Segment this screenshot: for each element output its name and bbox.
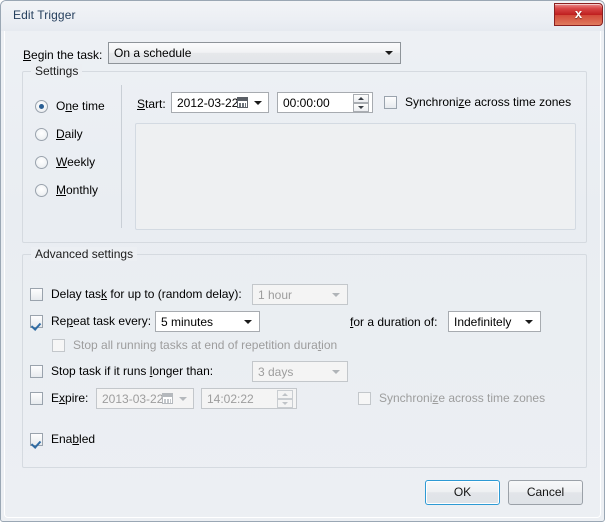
delay-task-checkbox[interactable]: Delay task for up to (random delay):	[30, 286, 250, 304]
stop-longer-value: 3 days	[258, 364, 294, 379]
duration-combo[interactable]: Indefinitely	[448, 311, 541, 332]
start-date-value: 2012-03-22	[177, 95, 239, 110]
expire-sync-timezones-label: Synchronize across time zones	[379, 391, 546, 405]
enabled-mark	[30, 433, 43, 446]
delay-task-label: Delay task for up to (random delay):	[51, 287, 242, 301]
spinner-up-icon[interactable]	[353, 93, 369, 103]
duration-value: Indefinitely	[454, 314, 512, 329]
chevron-down-icon	[385, 51, 393, 55]
repeat-interval-value: 5 minutes	[161, 314, 214, 329]
advanced-settings-legend: Advanced settings	[31, 247, 138, 261]
start-label: Start:	[137, 97, 166, 111]
radio-daily[interactable]: Daily	[35, 126, 115, 144]
radio-one-time-label: One time	[56, 99, 105, 113]
edit-trigger-dialog: Edit Trigger x Begin the task: On a sche…	[0, 0, 605, 522]
repeat-task-label: Repeat task every:	[51, 314, 152, 328]
radio-monthly-label: Monthly	[56, 183, 99, 197]
radio-one-time[interactable]: One time	[35, 98, 115, 116]
radio-one-time-mark	[35, 100, 48, 113]
calendar-icon	[237, 96, 248, 108]
stop-longer-label: Stop task if it runs longer than:	[51, 364, 214, 378]
expire-sync-timezones-checkbox[interactable]: Synchronize across time zones	[358, 390, 558, 408]
expire-time-spinner[interactable]	[277, 389, 293, 408]
spinner-down-icon[interactable]	[277, 398, 293, 408]
begin-task-combo-value: On a schedule	[114, 46, 192, 60]
begin-task-combo[interactable]: On a schedule	[108, 42, 401, 64]
chevron-down-icon	[254, 100, 262, 105]
radio-daily-mark	[35, 128, 48, 141]
enabled-label: Enabled	[51, 432, 96, 446]
delay-task-combo-value: 1 hour	[258, 287, 293, 302]
calendar-icon	[162, 392, 173, 404]
begin-task-label: Begin the task:	[23, 48, 102, 62]
repeat-task-checkbox[interactable]: Repeat task every:	[30, 313, 160, 331]
start-time-field[interactable]: 00:00:00	[277, 92, 373, 113]
delay-task-mark	[30, 288, 43, 301]
chevron-down-icon	[332, 292, 340, 297]
expire-label: Expire:	[51, 391, 89, 405]
chevron-down-icon	[244, 319, 252, 324]
cancel-button[interactable]: Cancel	[508, 480, 583, 505]
expire-mark	[30, 392, 43, 405]
radio-monthly-mark	[35, 184, 48, 197]
schedule-detail-panel	[135, 123, 576, 230]
chevron-down-icon	[525, 319, 533, 324]
spinner-up-icon[interactable]	[277, 389, 293, 399]
begin-task-label-rest: egin the task:	[31, 48, 103, 62]
repeat-task-mark	[30, 315, 43, 328]
close-button[interactable]: x	[554, 3, 603, 26]
window-title: Edit Trigger	[13, 8, 76, 22]
radio-weekly[interactable]: Weekly	[35, 154, 115, 172]
stop-all-tasks-mark	[52, 339, 65, 352]
expire-date-field[interactable]: 2013-03-22	[96, 388, 194, 409]
expire-time-value: 14:02:22	[207, 391, 254, 406]
chevron-down-icon	[179, 396, 187, 401]
stop-longer-mark	[30, 365, 43, 378]
radio-weekly-label: Weekly	[56, 155, 96, 169]
sync-timezones-mark	[384, 96, 397, 109]
settings-divider	[121, 85, 122, 228]
begin-task-label-accel: B	[23, 48, 32, 62]
radio-weekly-mark	[35, 156, 48, 169]
radio-monthly[interactable]: Monthly	[35, 182, 115, 200]
start-label-accel: S	[137, 97, 146, 111]
sync-timezones-label: Synchronize across time zones	[405, 95, 572, 109]
title-bar: Edit Trigger x	[1, 1, 604, 31]
start-date-field[interactable]: 2012-03-22	[171, 92, 269, 113]
enabled-checkbox[interactable]: Enabled	[30, 431, 150, 449]
duration-label-rest: or a duration of:	[353, 315, 438, 329]
delay-task-combo[interactable]: 1 hour	[252, 284, 348, 305]
start-time-value: 00:00:00	[283, 95, 330, 110]
duration-label: for a duration of:	[350, 315, 437, 329]
settings-group-legend: Settings	[31, 64, 83, 78]
ok-button[interactable]: OK	[425, 480, 500, 505]
sync-timezones-checkbox[interactable]: Synchronize across time zones	[384, 94, 584, 112]
repeat-interval-combo[interactable]: 5 minutes	[155, 311, 260, 332]
stop-longer-checkbox[interactable]: Stop task if it runs longer than:	[30, 363, 250, 381]
spinner-down-icon[interactable]	[353, 102, 369, 112]
expire-sync-timezones-mark	[358, 392, 371, 405]
stop-longer-combo[interactable]: 3 days	[252, 361, 348, 382]
expire-time-field[interactable]: 14:02:22	[201, 388, 297, 409]
expire-checkbox[interactable]: Expire:	[30, 390, 94, 408]
chevron-down-icon	[332, 369, 340, 374]
start-time-spinner[interactable]	[353, 93, 369, 112]
radio-daily-label: Daily	[56, 127, 83, 141]
expire-date-value: 2013-03-22	[102, 391, 164, 406]
start-label-rest: tart:	[145, 97, 166, 111]
stop-all-tasks-label: Stop all running tasks at end of repetit…	[73, 338, 338, 352]
stop-all-tasks-checkbox[interactable]: Stop all running tasks at end of repetit…	[52, 337, 372, 355]
close-icon: x	[574, 6, 583, 21]
